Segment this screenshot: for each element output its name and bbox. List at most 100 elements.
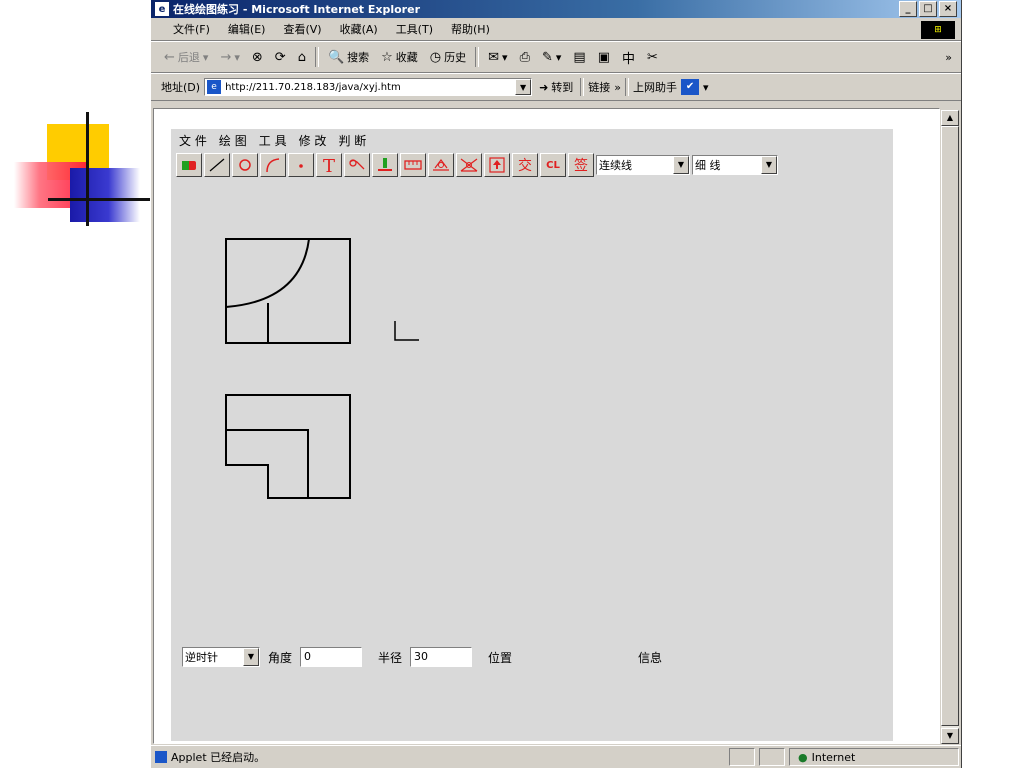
status-text: Applet 已经启动。 — [171, 751, 266, 764]
home-button[interactable]: ⌂ — [295, 50, 309, 65]
tool-button[interactable]: ✂ — [644, 50, 661, 65]
pen-icon — [378, 158, 392, 171]
go-label: 转到 — [551, 81, 574, 94]
applet-menu-file[interactable]: 文 件 — [179, 132, 207, 149]
applet-toolbar: T 交 CL 签 连续线 ▼ 细 线 ▼ — [171, 151, 893, 179]
direction-select[interactable]: 逆时针 ▼ — [182, 647, 260, 667]
radius-label: 半径 — [378, 650, 403, 665]
tangent-tool-button[interactable] — [428, 153, 454, 177]
refresh-button[interactable]: ⟳ — [272, 50, 289, 65]
circle-tool-button[interactable] — [232, 153, 258, 177]
point-tool-button[interactable] — [288, 153, 314, 177]
ruler-icon — [404, 160, 422, 170]
favorites-label: 收藏 — [395, 51, 418, 64]
mail-button[interactable]: ✉ ▾ — [485, 50, 510, 65]
edit-button[interactable]: ✎ ▾ — [539, 50, 564, 65]
scroll-down-icon[interactable]: ▼ — [941, 728, 959, 744]
applet-menu-tools[interactable]: 工 具 — [259, 132, 287, 149]
forward-arrow-icon: → — [220, 49, 232, 65]
links-button[interactable]: 链接 — [588, 79, 610, 95]
print-button[interactable]: ⎙ — [517, 50, 533, 65]
address-dropdown-icon[interactable]: ▼ — [515, 79, 532, 95]
discuss-button[interactable]: ▤ — [570, 50, 588, 65]
ie-icon: e — [155, 2, 169, 16]
scroll-up-icon[interactable]: ▲ — [941, 110, 959, 126]
menu-file[interactable]: 文件(F) — [173, 21, 210, 37]
angle-input[interactable]: 0 — [300, 647, 363, 667]
draw-tool-button[interactable] — [176, 153, 202, 177]
minimize-button[interactable]: _ — [899, 1, 917, 17]
eraser-icon — [182, 161, 196, 170]
menu-bar: 文件(F) 编辑(E) 查看(V) 收藏(A) 工具(T) 帮助(H) ⊞ — [151, 18, 961, 41]
security-zone: ● Internet — [789, 748, 959, 766]
line-width-dropdown-icon[interactable]: ▼ — [761, 156, 777, 174]
line-type-dropdown-icon[interactable]: ▼ — [673, 156, 689, 174]
scrollbar-thumb[interactable] — [941, 126, 959, 726]
drawing-applet: 文 件 绘 图 工 具 修 改 判 断 T 交 CL 签 连续线 ▼ 细 线 ▼… — [171, 129, 893, 741]
edit-dropdown-icon: ▾ — [555, 50, 562, 64]
status-message: Applet 已经启动。 — [151, 749, 729, 765]
back-dropdown-icon: ▾ — [202, 50, 209, 64]
search-button[interactable]: 🔍 搜索 — [325, 49, 372, 65]
radius-input[interactable]: 30 — [410, 647, 473, 667]
helper-button[interactable]: 上网助手 — [633, 79, 677, 95]
window-title: 在线绘图练习 - Microsoft Internet Explorer — [173, 3, 420, 16]
pen-tool-button[interactable] — [372, 153, 398, 177]
arc-icon — [266, 158, 280, 173]
mail-dropdown-icon: ▾ — [502, 50, 508, 64]
page-icon: e — [207, 80, 222, 94]
drawing-canvas[interactable] — [171, 181, 893, 621]
toolbar-more-button[interactable]: » — [942, 51, 955, 64]
menu-edit[interactable]: 编辑(E) — [228, 21, 266, 37]
address-separator — [625, 78, 630, 96]
close-button[interactable]: × — [939, 1, 957, 17]
maximize-button[interactable]: □ — [919, 1, 937, 17]
back-label: 后退 — [177, 51, 200, 64]
line-width-select[interactable]: 细 线 ▼ — [692, 155, 778, 175]
decoration-blue-square — [70, 168, 140, 222]
menu-help[interactable]: 帮助(H) — [451, 21, 490, 37]
vertical-scrollbar[interactable]: ▲ ▼ — [941, 110, 959, 744]
line-icon — [209, 158, 225, 172]
history-icon: ◷ — [429, 49, 442, 65]
line-width-value: 细 线 — [695, 159, 721, 172]
line-tool-button[interactable] — [204, 153, 230, 177]
favorites-icon: ☆ — [381, 49, 393, 65]
applet-menu-judge[interactable]: 判 断 — [338, 132, 366, 149]
sign-tool-button[interactable]: 签 — [568, 153, 594, 177]
cl-tool-button[interactable]: CL — [540, 153, 566, 177]
back-button[interactable]: ← 后退 ▾ — [161, 49, 211, 65]
intersect-tool-button[interactable] — [456, 153, 482, 177]
address-label: 地址(D) — [161, 81, 201, 94]
ellipse-tool-button[interactable] — [344, 153, 370, 177]
helper-dropdown-icon[interactable]: ▾ — [703, 81, 709, 94]
go-button[interactable]: ➜ 转到 — [536, 79, 576, 95]
address-separator — [580, 78, 585, 96]
history-button[interactable]: ◷ 历史 — [427, 49, 469, 65]
ruler-tool-button[interactable] — [400, 153, 426, 177]
applet-status-icon — [155, 751, 167, 763]
address-input[interactable]: e http://211.70.218.183/java/xyj.htm ▼ — [204, 78, 533, 96]
forward-button[interactable]: → ▾ — [217, 50, 242, 65]
applet-menu-modify[interactable]: 修 改 — [299, 132, 327, 149]
arc-tool-button[interactable] — [260, 153, 286, 177]
menu-tools[interactable]: 工具(T) — [396, 21, 433, 37]
cross-tool-button[interactable]: 交 — [512, 153, 538, 177]
info-label: 信息 — [638, 650, 663, 665]
forward-dropdown-icon: ▾ — [234, 50, 240, 64]
menu-favorites[interactable]: 收藏(A) — [340, 21, 378, 37]
links-more-button[interactable]: » — [614, 81, 621, 94]
line-type-select[interactable]: 连续线 ▼ — [596, 155, 690, 175]
lift-tool-button[interactable] — [484, 153, 510, 177]
favorites-button[interactable]: ☆ 收藏 — [378, 49, 421, 65]
applet-menu-draw[interactable]: 绘 图 — [219, 132, 247, 149]
messenger-button[interactable]: ▣ — [595, 50, 613, 65]
search-label: 搜索 — [347, 51, 370, 64]
chinese-button[interactable]: 中 — [619, 48, 638, 67]
stop-button[interactable]: ⊗ — [249, 50, 266, 65]
helper-check-icon[interactable]: ✔ — [681, 79, 700, 95]
chinese-icon: 中 — [622, 51, 636, 67]
menu-view[interactable]: 查看(V) — [283, 21, 321, 37]
direction-dropdown-icon[interactable]: ▼ — [243, 648, 259, 666]
text-tool-button[interactable]: T — [316, 153, 342, 177]
